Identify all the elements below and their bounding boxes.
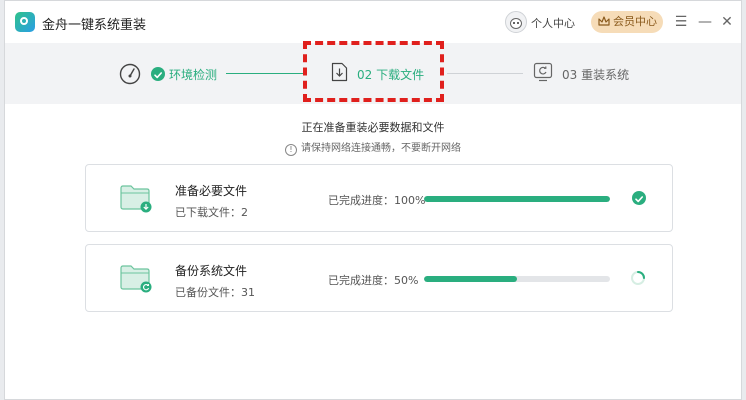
step-env-check: 环境检测 bbox=[169, 68, 218, 82]
folder-download-icon bbox=[120, 185, 152, 213]
title-bar: 金舟一键系统重装 个人中心 会员中心 ☰ — ✕ bbox=[5, 1, 741, 43]
task-detail: 已下载文件：2 bbox=[175, 206, 248, 219]
network-hint: ! 请保持网络连接通畅，不要断开网络 bbox=[5, 139, 741, 156]
progress-fill bbox=[424, 276, 517, 282]
network-hint-text: 请保持网络连接通畅，不要断开网络 bbox=[301, 143, 461, 154]
app-window: 金舟一键系统重装 个人中心 会员中心 ☰ — ✕ 环境检测 02 下载文件 03… bbox=[4, 0, 742, 400]
task-card-prepare: 准备必要文件 已下载文件：2 已完成进度：100% bbox=[85, 164, 673, 232]
close-button[interactable]: ✕ bbox=[717, 11, 737, 33]
user-center-link[interactable]: 个人中心 bbox=[531, 15, 575, 31]
gauge-icon bbox=[119, 63, 141, 85]
app-title: 金舟一键系统重装 bbox=[42, 18, 147, 33]
task-progress-text: 已完成进度：100% bbox=[328, 194, 426, 207]
step-connector-done bbox=[226, 73, 304, 74]
task-title: 准备必要文件 bbox=[175, 184, 248, 198]
vip-center-button[interactable]: 会员中心 bbox=[591, 11, 663, 33]
task-detail: 已备份文件：31 bbox=[175, 286, 255, 299]
vip-center-label: 会员中心 bbox=[613, 15, 657, 28]
task-done-check-icon bbox=[632, 191, 646, 205]
menu-button[interactable]: ☰ bbox=[671, 11, 691, 33]
step-reinstall-system: 03 重装系统 bbox=[562, 68, 630, 82]
crown-icon bbox=[598, 16, 610, 26]
status-message: 正在准备重装必要数据和文件 bbox=[301, 121, 445, 134]
task-progress-text: 已完成进度：50% bbox=[328, 274, 419, 287]
progress-track bbox=[424, 276, 610, 282]
folder-backup-icon bbox=[120, 265, 152, 293]
loading-spinner-icon bbox=[631, 271, 645, 285]
step-done-check-icon bbox=[151, 67, 165, 81]
task-card-backup: 备份系统文件 已备份文件：31 已完成进度：50% bbox=[85, 244, 673, 312]
progress-track bbox=[424, 196, 610, 202]
task-title: 备份系统文件 bbox=[175, 264, 248, 278]
info-icon: ! bbox=[285, 144, 297, 156]
step-connector-pending bbox=[447, 73, 523, 74]
reinstall-icon bbox=[533, 62, 553, 82]
avatar[interactable] bbox=[505, 11, 527, 33]
highlight-annotation bbox=[303, 41, 444, 102]
minimize-button[interactable]: — bbox=[695, 11, 715, 33]
progress-fill bbox=[424, 196, 610, 202]
app-logo-icon bbox=[15, 12, 35, 32]
